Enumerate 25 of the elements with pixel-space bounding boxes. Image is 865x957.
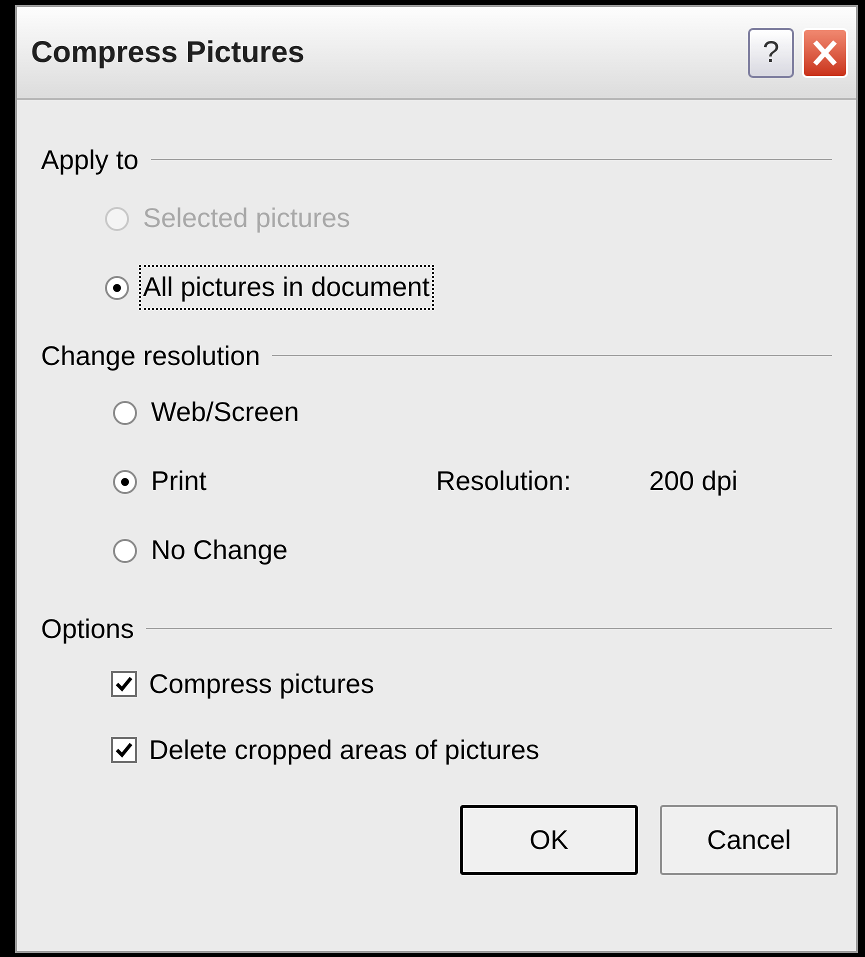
- radio-label[interactable]: No Change: [149, 530, 290, 571]
- dialog-button[interactable]: Cancel: [660, 805, 838, 875]
- radio-button[interactable]: [113, 538, 137, 562]
- radio-label[interactable]: All pictures in document: [141, 267, 432, 308]
- checkbox-label[interactable]: Compress pictures: [149, 664, 374, 704]
- dialog-button[interactable]: OK: [460, 805, 638, 875]
- group-heading: Apply to: [41, 144, 139, 177]
- resolution-value: 200 dpi: [649, 465, 738, 498]
- group-heading: Options: [41, 612, 134, 646]
- help-button[interactable]: ?: [748, 28, 794, 78]
- resolution-label: Resolution:: [436, 465, 572, 498]
- radio-label[interactable]: Print: [149, 461, 209, 502]
- radio-button[interactable]: [113, 470, 137, 494]
- close-icon: [811, 38, 839, 68]
- check-icon: [115, 742, 133, 758]
- radio-label[interactable]: Web/Screen: [149, 392, 302, 433]
- checkbox-label[interactable]: Delete cropped areas of pictures: [149, 730, 540, 770]
- window-title: Compress Pictures: [31, 35, 304, 71]
- group-heading: Change resolution: [41, 340, 260, 373]
- radio-button[interactable]: [105, 276, 129, 300]
- checkbox[interactable]: [111, 671, 137, 697]
- checkbox[interactable]: [111, 737, 137, 763]
- radio-button[interactable]: [113, 400, 137, 424]
- close-button[interactable]: [802, 28, 848, 78]
- check-icon: [115, 676, 133, 692]
